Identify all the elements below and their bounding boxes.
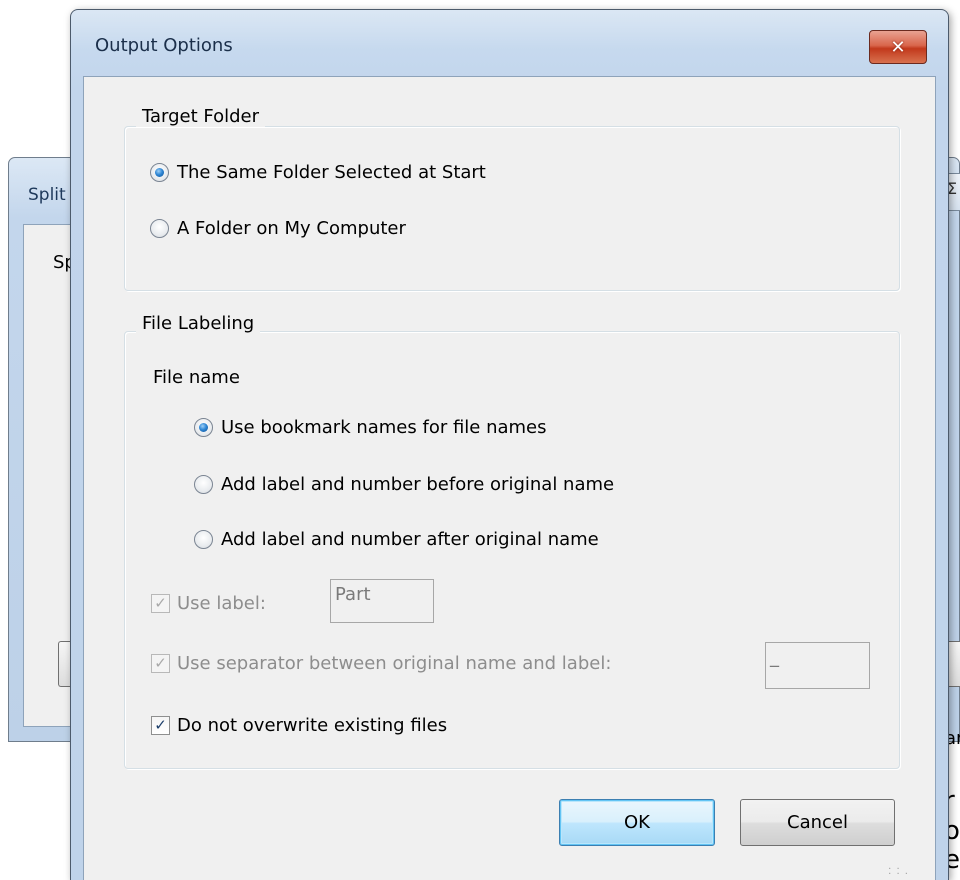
target-folder-legend: Target Folder	[136, 106, 266, 127]
radio-label-before[interactable]: Add label and number before original nam…	[194, 474, 614, 495]
radio-button-icon[interactable]	[194, 530, 213, 549]
radio-label: Add label and number before original nam…	[221, 474, 615, 495]
radio-label: The Same Folder Selected at Start	[177, 162, 486, 183]
radio-my-computer[interactable]: A Folder on My Computer	[150, 218, 406, 239]
file-labeling-group	[124, 331, 900, 769]
ok-button[interactable]: OK	[559, 799, 715, 846]
file-labeling-legend: File Labeling	[136, 313, 261, 334]
radio-label: Use bookmark names for file names	[221, 417, 547, 438]
use-label-checkbox[interactable]: ✓ Use label:	[151, 593, 266, 614]
no-overwrite-text: Do not overwrite existing files	[177, 715, 448, 736]
use-label-text: Use label:	[177, 593, 266, 614]
radio-label: A Folder on My Computer	[177, 218, 406, 239]
checkmark-icon[interactable]: ✓	[151, 594, 170, 613]
use-label-input[interactable]: Part	[330, 579, 434, 623]
background-window-title: Split	[28, 185, 66, 205]
close-icon: ✕	[890, 36, 906, 58]
radio-same-folder[interactable]: The Same Folder Selected at Start	[150, 162, 486, 183]
cancel-button[interactable]: Cancel	[740, 799, 895, 846]
radio-button-icon[interactable]	[194, 418, 213, 437]
output-options-dialog: Output Options ✕ Target Folder The Same …	[70, 9, 949, 880]
separator-input[interactable]: _	[765, 642, 870, 689]
radio-button-icon[interactable]	[194, 475, 213, 494]
radio-label: Add label and number after original name	[221, 529, 599, 550]
checkmark-icon[interactable]: ✓	[151, 654, 170, 673]
radio-button-icon[interactable]	[150, 163, 169, 182]
target-folder-group	[124, 126, 900, 291]
file-name-label: File name	[153, 367, 240, 388]
no-overwrite-checkbox[interactable]: ✓ Do not overwrite existing files	[151, 715, 447, 736]
dialog-client-area: Target Folder The Same Folder Selected a…	[83, 76, 936, 880]
resize-grip-icon[interactable]: . .. . .	[888, 862, 909, 877]
close-button[interactable]: ✕	[869, 30, 927, 64]
radio-label-after[interactable]: Add label and number after original name	[194, 529, 599, 550]
radio-button-icon[interactable]	[150, 219, 169, 238]
checkmark-icon[interactable]: ✓	[151, 716, 170, 735]
dialog-title: Output Options	[95, 35, 233, 56]
use-separator-text: Use separator between original name and …	[177, 653, 612, 674]
use-separator-checkbox[interactable]: ✓ Use separator between original name an…	[151, 653, 611, 674]
radio-bookmark-names[interactable]: Use bookmark names for file names	[194, 417, 547, 438]
